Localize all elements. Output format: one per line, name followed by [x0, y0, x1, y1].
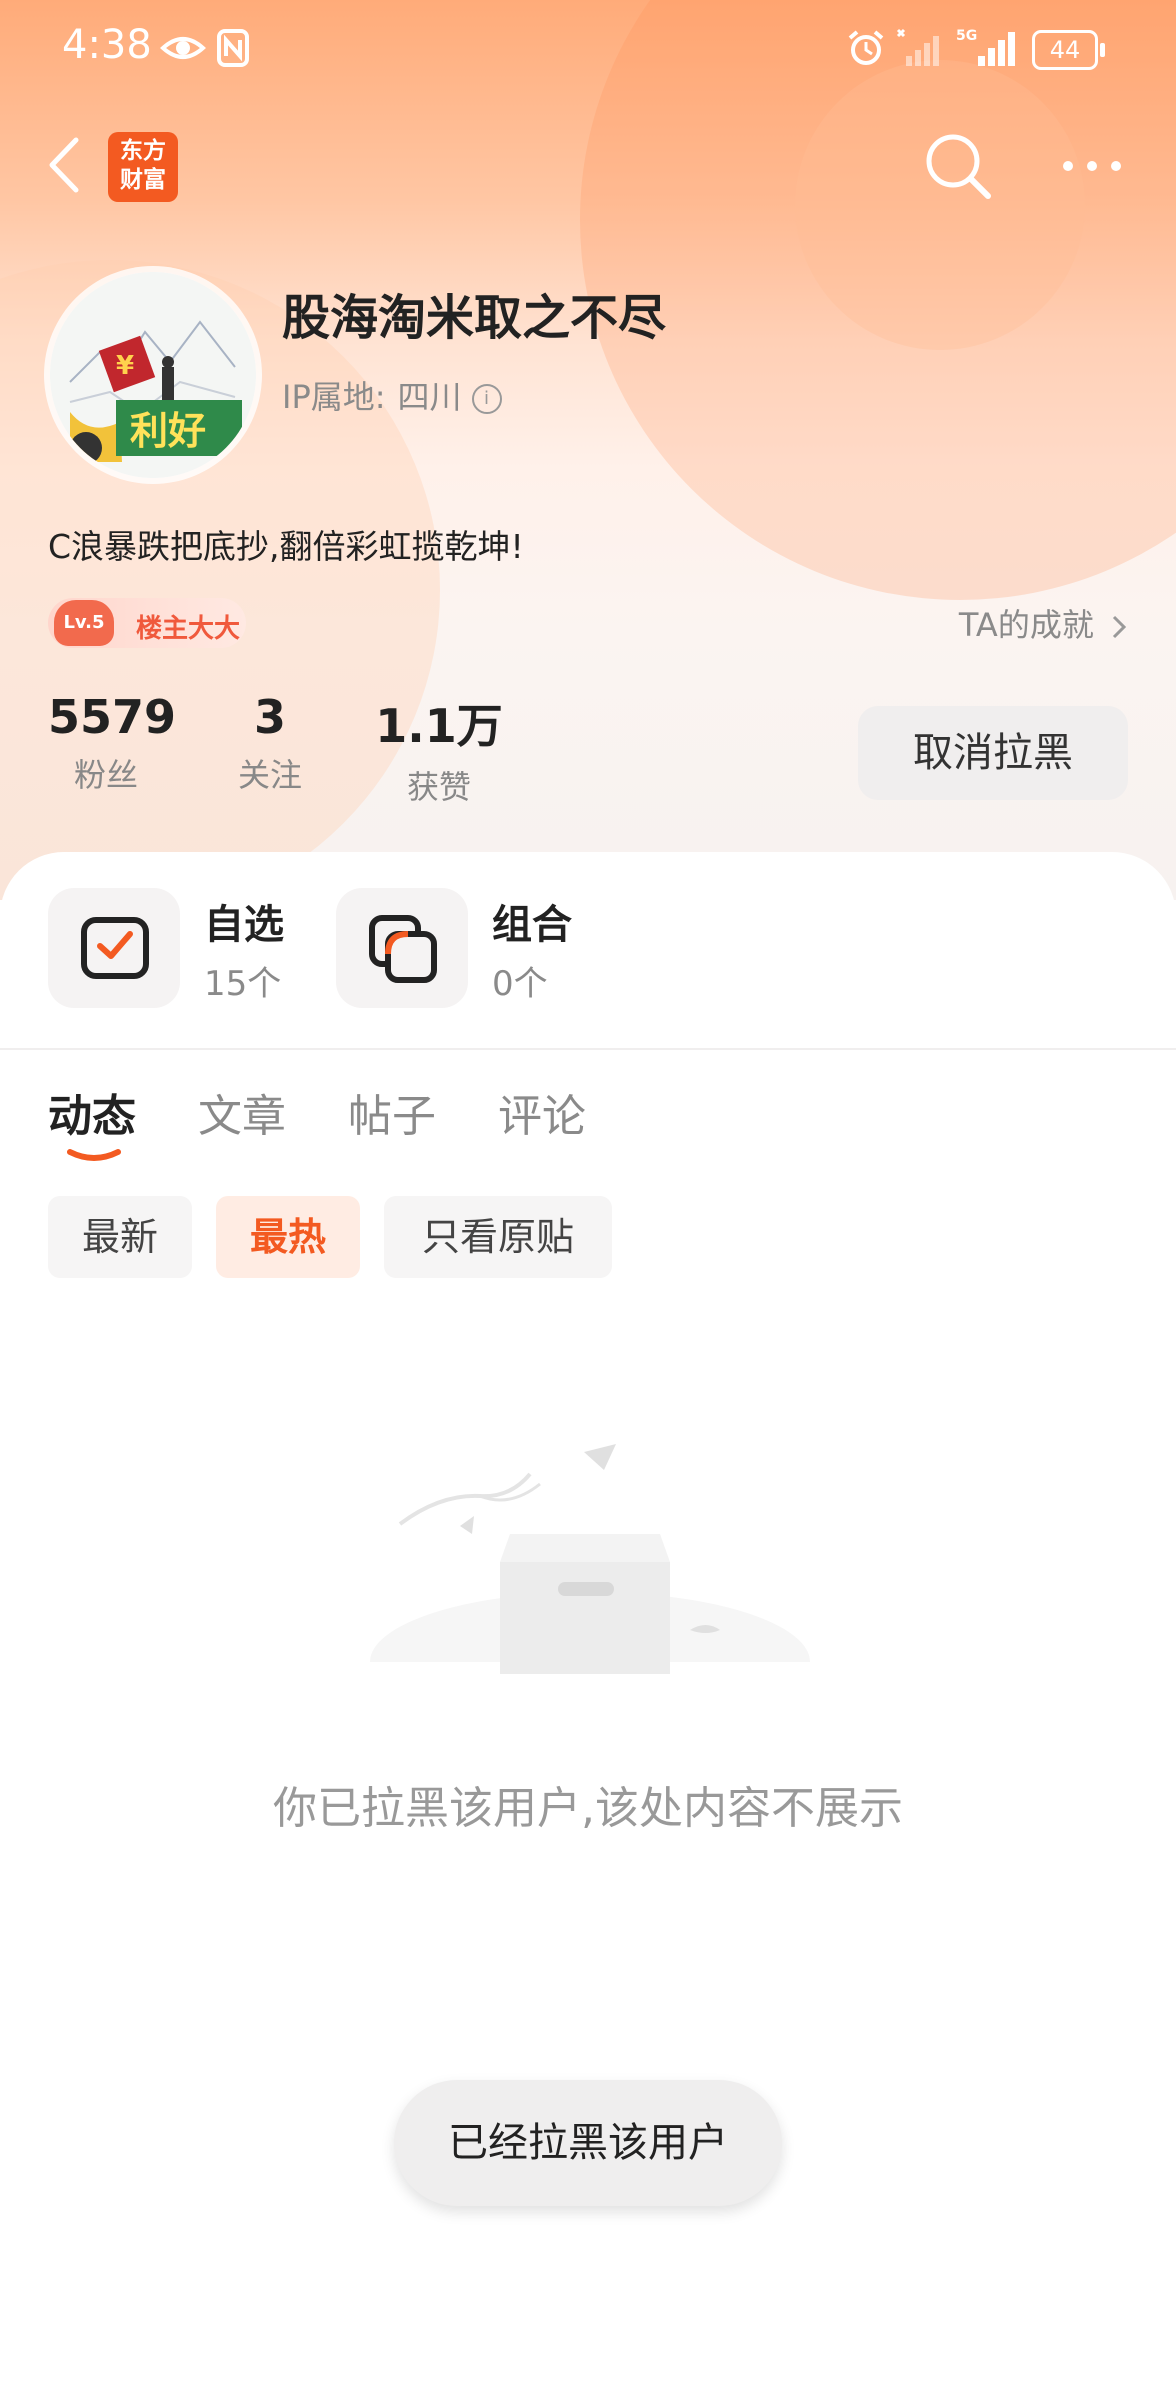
svg-text:5G: 5G [956, 28, 977, 44]
watchlist-title: 自选 [204, 902, 284, 948]
bio: C浪暴跌把底抄,翻倍彩虹揽乾坤! [48, 527, 524, 566]
watchlist-entry[interactable]: 自选 15个 [48, 888, 308, 1012]
level-title: 楼主大大 [136, 614, 241, 644]
more-icon[interactable] [1060, 138, 1124, 194]
stat-likes-label: 获赞 [406, 768, 471, 806]
stat-following-value: 3 [253, 690, 286, 744]
alarm-icon [848, 30, 884, 65]
empty-state-message: 你已拉黑该用户,该处内容不展示 [273, 1783, 903, 1834]
portfolio-icon [369, 915, 437, 983]
tab-comments[interactable]: 评论 [498, 1080, 586, 1144]
portfolio-icon-box [336, 888, 468, 1008]
tab-dynamics[interactable]: 动态 [48, 1080, 136, 1144]
stat-fans[interactable]: 5579 粉丝 [48, 690, 177, 796]
empty-box-illustration [360, 1444, 820, 1684]
status-bar: 4:38 5G 44 [0, 0, 1176, 100]
avatar-image: ¥ 利好 [50, 272, 256, 478]
eye-icon [160, 37, 206, 59]
ip-label: IP属地: [282, 378, 386, 416]
unblock-button[interactable]: 取消拉黑 [858, 706, 1128, 800]
divider [0, 1048, 1176, 1050]
watchlist-icon-box [48, 888, 180, 1008]
search-icon[interactable] [920, 128, 996, 204]
stat-likes-value: 1.1万 [375, 699, 503, 753]
decoration-ring [795, 60, 1085, 350]
toast-message: 已经拉黑该用户 [394, 2080, 782, 2206]
tab-active-indicator [67, 1149, 121, 1161]
chevron-right-icon [1112, 615, 1127, 639]
level-icon: Lv.5 [54, 600, 114, 646]
tab-articles[interactable]: 文章 [198, 1080, 286, 1144]
level-badge[interactable]: Lv.5 楼主大大 [48, 598, 246, 648]
filter-hottest[interactable]: 最热 [216, 1196, 360, 1278]
watchlist-check-icon [81, 917, 149, 979]
ip-location: IP属地: 四川 i [282, 372, 502, 418]
avatar[interactable]: ¥ 利好 [50, 272, 256, 478]
filter-latest[interactable]: 最新 [48, 1196, 192, 1278]
signal-icon-1 [896, 28, 939, 66]
avatar-text: 利好 [130, 409, 206, 453]
info-icon[interactable]: i [471, 384, 502, 414]
stat-fans-label: 粉丝 [73, 756, 138, 794]
achievement-label: TA的成就 [958, 606, 1094, 644]
stat-likes[interactable]: 1.1万 获赞 [372, 690, 506, 808]
watchlist-count: 15个 [204, 964, 282, 1004]
filter-original-only[interactable]: 只看原贴 [384, 1196, 612, 1278]
tab-posts[interactable]: 帖子 [348, 1080, 436, 1144]
achievement-link[interactable]: TA的成就 [959, 600, 1128, 646]
portfolio-title: 组合 [492, 902, 572, 948]
logo-line1: 东方 [120, 138, 166, 164]
nfc-icon [217, 29, 249, 67]
ip-value: 四川 [397, 378, 462, 416]
battery-indicator: 44 [1032, 30, 1105, 70]
app-logo[interactable]: 东方 财富 [108, 132, 178, 202]
svg-text:¥: ¥ [116, 351, 134, 381]
signal-5g-icon: 5G [956, 28, 1015, 66]
portfolio-entry[interactable]: 组合 0个 [336, 888, 596, 1012]
portfolio-count: 0个 [492, 964, 548, 1004]
username: 股海淘米取之不尽 [282, 290, 667, 346]
stat-following[interactable]: 3 关注 [222, 690, 318, 796]
stat-fans-value: 5579 [48, 690, 177, 744]
stat-following-label: 关注 [237, 756, 302, 794]
back-icon[interactable] [40, 130, 90, 200]
logo-line2: 财富 [120, 167, 166, 193]
status-time: 4:38 [62, 22, 152, 68]
